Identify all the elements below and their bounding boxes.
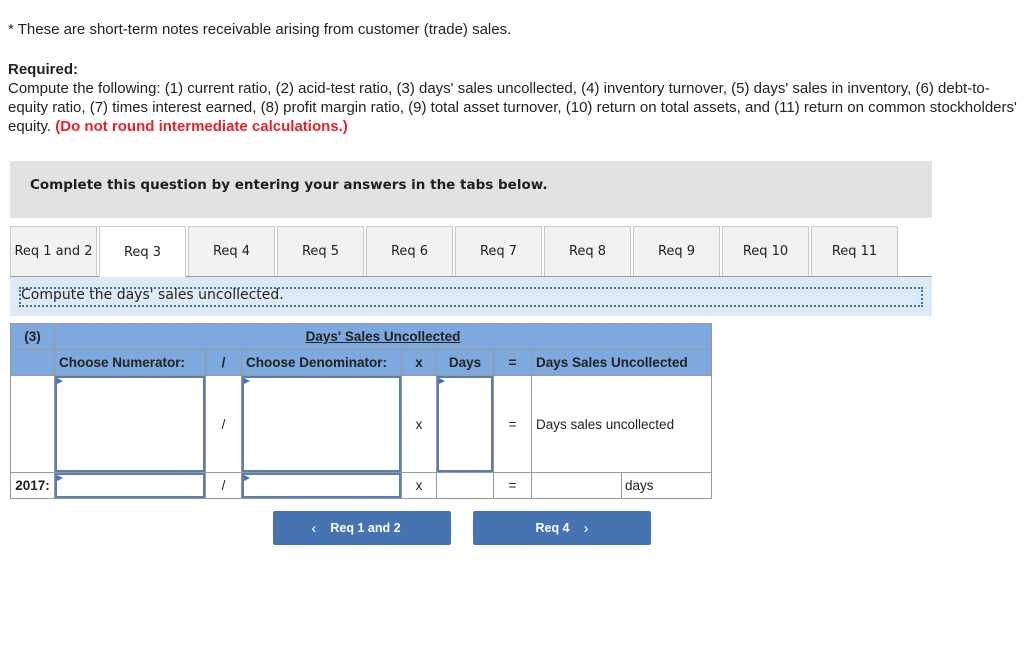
header-days: Days xyxy=(436,349,494,376)
instructions-banner: Complete this question by entering your … xyxy=(10,161,932,218)
year-unit: days xyxy=(621,472,712,499)
question-intro: * These are short-term notes receivable … xyxy=(8,20,1020,136)
header-blank xyxy=(10,349,55,376)
table-header-row: Choose Numerator: / Choose Denominator: … xyxy=(10,349,712,376)
year-denominator-input[interactable] xyxy=(242,473,401,498)
table-title-row: (3) Days' Sales Uncollected xyxy=(10,323,712,350)
rounding-warning: (Do not round intermediate calculations.… xyxy=(55,118,348,135)
chevron-right-icon: › xyxy=(583,519,589,537)
header-times: x xyxy=(401,349,437,376)
prev-req-button[interactable]: ‹ Req 1 and 2 xyxy=(273,511,451,545)
instruction-bar: Compute the days' sales uncollected. xyxy=(10,277,932,316)
formula-row: / x = Days sales uncollected xyxy=(10,375,712,473)
year-row: 2017: / x = days xyxy=(10,472,712,499)
formula-blank xyxy=(10,375,55,473)
formula-divide: / xyxy=(205,375,242,473)
part-label: (3) xyxy=(10,323,55,350)
days-cell xyxy=(436,375,494,473)
days-sales-uncollected-table: (3) Days' Sales Uncollected Choose Numer… xyxy=(10,323,712,499)
tab-req-11[interactable]: Req 11 xyxy=(811,226,898,276)
tab-req-8[interactable]: Req 8 xyxy=(544,226,631,276)
year-times: x xyxy=(401,472,437,499)
header-numerator: Choose Numerator: xyxy=(54,349,206,376)
instruction-text: Compute the days' sales uncollected. xyxy=(21,287,284,303)
year-denominator-cell xyxy=(241,472,402,499)
tab-req-7[interactable]: Req 7 xyxy=(455,226,542,276)
required-heading: Required: xyxy=(8,61,79,78)
table-title: Days' Sales Uncollected xyxy=(305,329,461,344)
requirement-tabs: Req 1 and 2 Req 3 Req 4 Req 5 Req 6 Req … xyxy=(10,226,900,278)
chevron-left-icon: ‹ xyxy=(311,519,317,537)
table-title-cell: Days' Sales Uncollected xyxy=(54,323,712,350)
banner-text: Complete this question by entering your … xyxy=(30,177,548,193)
tab-req-5[interactable]: Req 5 xyxy=(277,226,364,276)
tab-req-4[interactable]: Req 4 xyxy=(188,226,275,276)
tab-req-1-and-2[interactable]: Req 1 and 2 xyxy=(10,226,97,276)
tab-req-9[interactable]: Req 9 xyxy=(633,226,720,276)
header-denominator: Choose Denominator: xyxy=(241,349,402,376)
prev-req-label: Req 1 and 2 xyxy=(330,521,401,535)
year-numerator-input[interactable] xyxy=(55,473,205,498)
header-divide: / xyxy=(205,349,242,376)
denominator-cell xyxy=(241,375,402,473)
formula-times: x xyxy=(401,375,437,473)
year-numerator-cell xyxy=(54,472,206,499)
year-days-input[interactable] xyxy=(436,472,494,499)
tab-req-6[interactable]: Req 6 xyxy=(366,226,453,276)
tab-req-3[interactable]: Req 3 xyxy=(99,226,186,278)
days-select[interactable] xyxy=(437,376,493,472)
numerator-cell xyxy=(54,375,206,473)
formula-equals: = xyxy=(493,375,532,473)
header-result: Days Sales Uncollected xyxy=(531,349,712,376)
footnote: * These are short-term notes receivable … xyxy=(8,21,512,38)
next-req-button[interactable]: Req 4 › xyxy=(473,511,651,545)
header-equals: = xyxy=(493,349,532,376)
next-req-label: Req 4 xyxy=(535,521,570,535)
year-divide: / xyxy=(205,472,242,499)
denominator-select[interactable] xyxy=(242,376,401,472)
required-text: Compute the following: (1) current ratio… xyxy=(8,79,1020,136)
numerator-select[interactable] xyxy=(55,376,205,472)
year-result-input[interactable] xyxy=(531,472,622,499)
result-label: Days sales uncollected xyxy=(531,375,712,473)
year-label: 2017: xyxy=(10,472,55,499)
tab-req-10[interactable]: Req 10 xyxy=(722,226,809,276)
year-equals: = xyxy=(493,472,532,499)
